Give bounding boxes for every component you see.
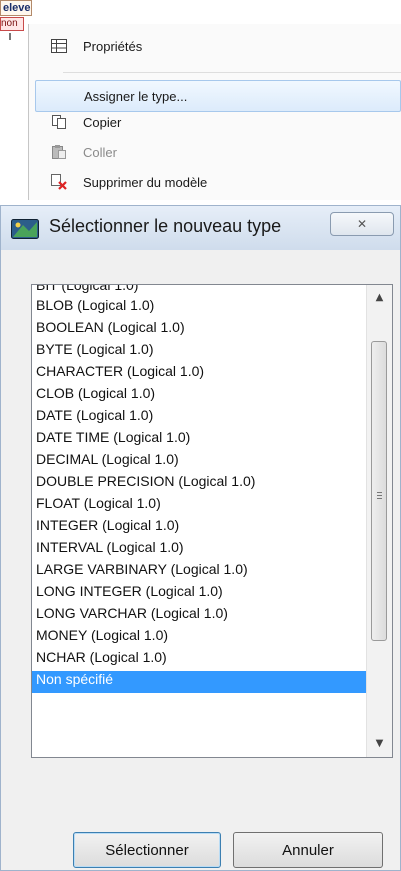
- dialog-body: BIT (Logical 1.0) BLOB (Logical 1.0) BOOL…: [9, 250, 393, 868]
- table-icon: [49, 36, 69, 56]
- scrollbar-thumb[interactable]: [371, 341, 387, 641]
- select-type-dialog: Sélectionner le nouveau type ✕ BIT (Logi…: [0, 205, 401, 871]
- list-item[interactable]: DOUBLE PRECISION (Logical 1.0): [32, 473, 368, 495]
- list-item[interactable]: CLOB (Logical 1.0): [32, 385, 368, 407]
- type-listbox[interactable]: BIT (Logical 1.0) BLOB (Logical 1.0) BOOL…: [31, 284, 393, 758]
- menu-item-label: Copier: [83, 114, 122, 130]
- list-item[interactable]: FLOAT (Logical 1.0): [32, 495, 368, 517]
- connector-stub: [9, 33, 11, 40]
- list-item[interactable]: MONEY (Logical 1.0): [32, 627, 368, 649]
- menu-item-label: Propriétés: [83, 38, 143, 54]
- menu-item-label: Coller: [83, 144, 117, 160]
- list-item[interactable]: LARGE VARBINARY (Logical 1.0): [32, 561, 368, 583]
- list-item[interactable]: LONG INTEGER (Logical 1.0): [32, 583, 368, 605]
- type-list: BIT (Logical 1.0) BLOB (Logical 1.0) BOOL…: [32, 285, 368, 693]
- vertical-scrollbar[interactable]: ▲ ▼: [366, 285, 392, 757]
- menu-item-properties[interactable]: Propriétés: [29, 30, 401, 62]
- menu-item-label: Assigner le type...: [84, 88, 188, 104]
- select-button[interactable]: Sélectionner: [73, 832, 221, 868]
- list-item[interactable]: INTEGER (Logical 1.0): [32, 517, 368, 539]
- list-item[interactable]: NCHAR (Logical 1.0): [32, 649, 368, 671]
- list-item[interactable]: BLOB (Logical 1.0): [32, 297, 368, 319]
- paste-icon: [49, 142, 69, 162]
- copy-icon: [49, 112, 69, 132]
- entity-attribute[interactable]: non: [0, 17, 24, 31]
- dialog-titlebar[interactable]: Sélectionner le nouveau type ✕: [1, 206, 400, 250]
- list-item[interactable]: DATE TIME (Logical 1.0): [32, 429, 368, 451]
- scroll-up-arrow-icon[interactable]: ▲: [367, 285, 392, 309]
- menu-item-label: Supprimer du modèle: [83, 174, 208, 190]
- list-item[interactable]: BOOLEAN (Logical 1.0): [32, 319, 368, 341]
- grip-icon: [377, 490, 382, 501]
- close-button[interactable]: ✕: [330, 212, 394, 236]
- entity-name[interactable]: eleve: [0, 0, 32, 16]
- list-item[interactable]: LONG VARCHAR (Logical 1.0): [32, 605, 368, 627]
- list-item-selected[interactable]: Non spécifié: [32, 671, 368, 693]
- delete-icon: [49, 172, 69, 192]
- dialog-title: Sélectionner le nouveau type: [49, 216, 282, 236]
- list-item[interactable]: DATE (Logical 1.0): [32, 407, 368, 429]
- list-item[interactable]: DECIMAL (Logical 1.0): [32, 451, 368, 473]
- close-icon: ✕: [356, 217, 368, 231]
- list-item[interactable]: BIT (Logical 1.0): [32, 285, 368, 297]
- menu-item-paste[interactable]: Coller: [29, 136, 401, 168]
- menu-separator: [63, 72, 401, 73]
- list-item[interactable]: CHARACTER (Logical 1.0): [32, 363, 368, 385]
- list-item[interactable]: BYTE (Logical 1.0): [32, 341, 368, 363]
- menu-item-delete[interactable]: Supprimer du modèle: [29, 166, 401, 198]
- app-icon: [11, 219, 39, 239]
- context-menu: Propriétés Assigner le type... Copier Co…: [28, 24, 401, 200]
- menu-item-copy[interactable]: Copier: [29, 106, 401, 138]
- cancel-button[interactable]: Annuler: [233, 832, 383, 868]
- scroll-down-arrow-icon[interactable]: ▼: [367, 731, 392, 755]
- list-item[interactable]: INTERVAL (Logical 1.0): [32, 539, 368, 561]
